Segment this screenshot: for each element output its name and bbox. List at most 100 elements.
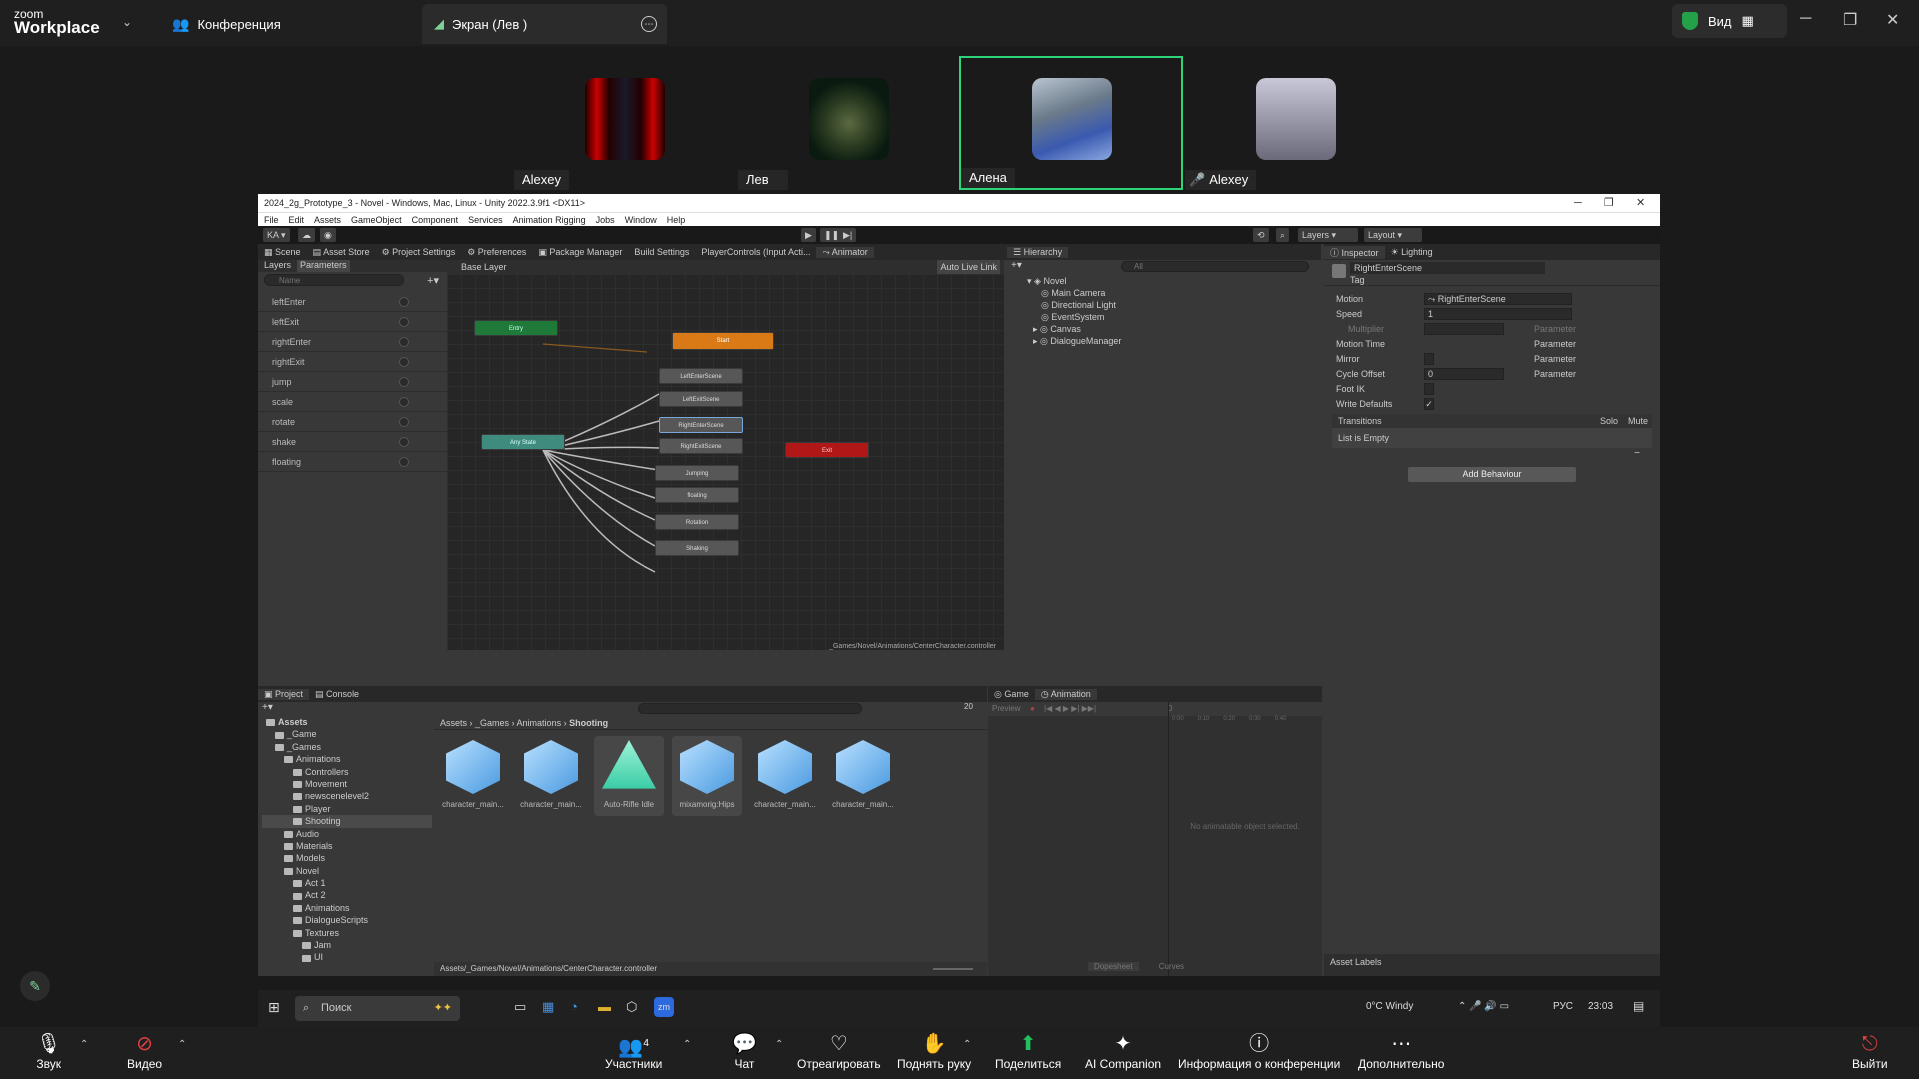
tab-preferences[interactable]: ⚙ Preferences [461, 247, 532, 258]
tab-meeting[interactable]: 👥 Конференция [160, 4, 293, 44]
parameter-checkbox-label[interactable]: Parameter [1534, 352, 1576, 367]
base-layer-breadcrumb[interactable]: Base Layer [461, 262, 507, 272]
foot-ik-checkbox[interactable] [1424, 383, 1434, 395]
tab-game[interactable]: ◎ Game [988, 689, 1035, 700]
folder-item[interactable]: _Game [262, 728, 432, 740]
hierarchy-item[interactable]: ◎ EventSystem [1027, 311, 1321, 323]
playback-controls-icon[interactable]: |◀ ◀ ▶ ▶| ▶▶| [1044, 702, 1096, 716]
trigger-toggle[interactable] [399, 317, 409, 327]
folder-item[interactable]: Act 1 [262, 877, 432, 889]
asset-item[interactable]: character_main... [516, 736, 586, 816]
scene-root[interactable]: ▾ ◈ Novel [1027, 275, 1321, 287]
raise-hand-button[interactable]: ✋ Поднять руку [897, 1031, 971, 1071]
breadcrumb-item[interactable]: Assets [440, 718, 467, 728]
breadcrumb-item[interactable]: Shooting [569, 718, 608, 728]
entry-node[interactable]: Entry [474, 320, 558, 336]
start-state-node[interactable]: Start [672, 332, 774, 350]
remove-transition-icon[interactable]: − [1324, 448, 1640, 459]
state-node[interactable]: floating [655, 487, 739, 503]
participant-tile[interactable]: Лев [736, 56, 960, 190]
project-search-input[interactable] [638, 703, 862, 714]
chevron-down-icon[interactable]: ⌄ [122, 15, 132, 29]
folder-item[interactable]: Player [262, 803, 432, 815]
menu-window[interactable]: Window [625, 213, 657, 226]
trigger-toggle[interactable] [399, 417, 409, 427]
annotate-pen-icon[interactable]: ✎ [20, 971, 50, 1001]
folder-item[interactable]: newscenelevel2 [262, 790, 432, 802]
parameter-row[interactable]: rotate [258, 412, 447, 432]
parameters-subtab[interactable]: Parameters [297, 260, 350, 272]
parameter-row[interactable]: rightEnter [258, 332, 447, 352]
notification-icon[interactable]: ▤ [1633, 999, 1644, 1013]
state-node[interactable]: LeftExitScene [659, 391, 743, 407]
asset-item[interactable]: character_main... [828, 736, 898, 816]
collab-icon[interactable]: ◉ [320, 228, 336, 242]
menu-jobs[interactable]: Jobs [596, 213, 615, 226]
folder-item[interactable]: Materials [262, 840, 432, 852]
tab-build-settings[interactable]: Build Settings [628, 247, 695, 257]
parameter-checkbox-label[interactable]: Parameter [1534, 367, 1576, 382]
browser-icon[interactable]: ◔ [570, 999, 578, 1014]
record-icon[interactable]: ● [1030, 702, 1035, 716]
chat-button[interactable]: 💬 Чат [732, 1031, 757, 1071]
more-options-icon[interactable]: ⋯ [641, 16, 657, 32]
add-parameter-icon[interactable]: +▾ [427, 274, 439, 287]
tab-inspector[interactable]: ⓘ Inspector [1324, 245, 1385, 259]
exit-node[interactable]: Exit [785, 442, 869, 458]
share-screen-button[interactable]: ⬆ Поделиться [995, 1031, 1061, 1071]
participants-button[interactable]: 👥4 Участники [605, 1031, 662, 1071]
parameter-row[interactable]: leftEnter [258, 292, 447, 312]
tab-project-settings[interactable]: ⚙ Project Settings [376, 247, 462, 258]
ai-companion-button[interactable]: ✦ AI Companion [1085, 1031, 1161, 1071]
tab-animator[interactable]: ⤳ Animator [816, 246, 874, 258]
parameter-search-input[interactable] [264, 274, 404, 286]
state-node[interactable]: Jumping [655, 465, 739, 481]
tab-screen-share[interactable]: ◢ Экран (Лев ) ⋯ [422, 4, 667, 44]
language-indicator[interactable]: РУС [1553, 1001, 1573, 1012]
tab-scene[interactable]: ▦ Scene [258, 247, 307, 258]
breadcrumb-item[interactable]: Animations [517, 718, 562, 728]
hierarchy-item[interactable]: ▸ ◎ DialogueManager [1027, 335, 1321, 347]
task-view-icon[interactable]: ▭ [514, 999, 526, 1015]
menu-gameobject[interactable]: GameObject [351, 213, 402, 226]
folder-item-selected[interactable]: Shooting [262, 815, 432, 828]
auto-live-link-button[interactable]: Auto Live Link [937, 260, 1000, 274]
participant-tile[interactable]: 🎤 Alexey [1183, 56, 1407, 190]
calculator-icon[interactable]: ▦ [542, 999, 554, 1015]
video-button[interactable]: ⊘ Видео [127, 1031, 162, 1071]
layers-dropdown[interactable]: Layers ▾ [1298, 228, 1358, 242]
audio-button[interactable]: 🎙 Звук [36, 1031, 61, 1071]
video-options-caret[interactable]: ⌃ [178, 1039, 186, 1050]
tab-animation[interactable]: ◷ Animation [1034, 688, 1097, 700]
trigger-toggle[interactable] [399, 437, 409, 447]
menu-animation-rigging[interactable]: Animation Rigging [513, 213, 586, 226]
create-asset-icon[interactable]: +▾ [262, 702, 273, 713]
cloud-icon[interactable]: ☁ [298, 228, 315, 242]
tab-project[interactable]: ▣ Project [258, 688, 310, 700]
parameter-row[interactable]: shake [258, 432, 447, 452]
asset-item[interactable]: mixamorig:Hips [672, 736, 742, 816]
animator-state-graph[interactable]: Entry Start Any State Exit LeftEnterScen… [447, 274, 1004, 650]
trigger-toggle[interactable] [399, 397, 409, 407]
minimize-icon[interactable]: ─ [1574, 194, 1582, 212]
audio-options-caret[interactable]: ⌃ [80, 1039, 88, 1050]
trigger-toggle[interactable] [399, 457, 409, 467]
chat-caret[interactable]: ⌃ [775, 1039, 783, 1050]
close-icon[interactable]: ✕ [1636, 194, 1645, 212]
tab-package-manager[interactable]: ▣ Package Manager [532, 247, 628, 258]
step-button[interactable]: ▶| [839, 228, 857, 242]
folder-item[interactable]: Controllers [262, 766, 432, 778]
any-state-node[interactable]: Any State [481, 434, 565, 450]
state-node[interactable]: Shaking [655, 540, 739, 556]
trigger-toggle[interactable] [399, 357, 409, 367]
state-name-field[interactable]: RightEnterScene [1350, 262, 1545, 274]
icon-size-slider[interactable] [933, 968, 973, 970]
weather-widget[interactable]: 0°C Windy [1366, 1001, 1413, 1012]
folder-item[interactable]: Textures [262, 927, 432, 939]
participants-caret[interactable]: ⌃ [683, 1039, 691, 1050]
tab-asset-store[interactable]: ▤ Asset Store [307, 247, 376, 258]
tray-icons[interactable]: ⌃ 🎤 🔊 ▭ [1458, 1001, 1509, 1012]
breadcrumb-item[interactable]: _Games [475, 718, 509, 728]
folder-item[interactable]: Animations [262, 902, 432, 914]
layout-dropdown[interactable]: Layout ▾ [1364, 228, 1422, 242]
